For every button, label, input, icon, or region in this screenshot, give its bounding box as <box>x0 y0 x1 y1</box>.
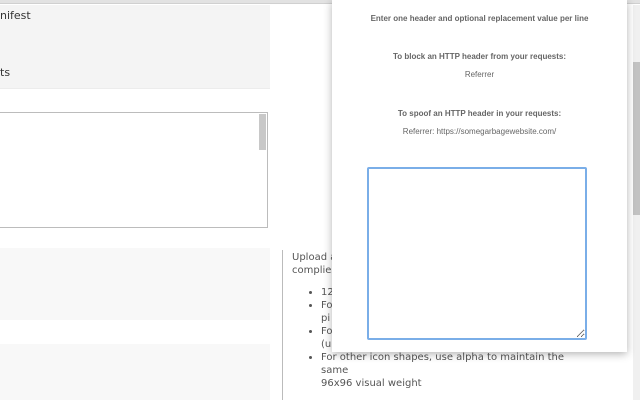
list-item: For other icon shapes, use alpha to main… <box>321 351 572 390</box>
manifest-label: nifest <box>0 9 31 22</box>
page-scrollbar-thumb[interactable] <box>633 62 640 215</box>
block-heading: To block an HTTP header from your reques… <box>392 52 567 61</box>
block-example: Referrer <box>464 70 495 79</box>
spoof-heading: To spoof an HTTP header in your requests… <box>397 109 562 118</box>
box-text: ts <box>0 66 11 79</box>
divider <box>282 250 283 400</box>
spoof-example: Referrer: https://somegarbagewebsite.com… <box>402 127 557 136</box>
instruction-text: Enter one header and optional replacemen… <box>370 14 589 23</box>
headers-input[interactable] <box>367 167 587 340</box>
panel-divider <box>0 320 270 344</box>
manifest-box: nifest ts <box>0 5 270 89</box>
textarea-scrollbar[interactable] <box>259 114 266 150</box>
background-textarea[interactable] <box>0 112 268 228</box>
extension-popup: Enter one header and optional replacemen… <box>332 0 627 352</box>
